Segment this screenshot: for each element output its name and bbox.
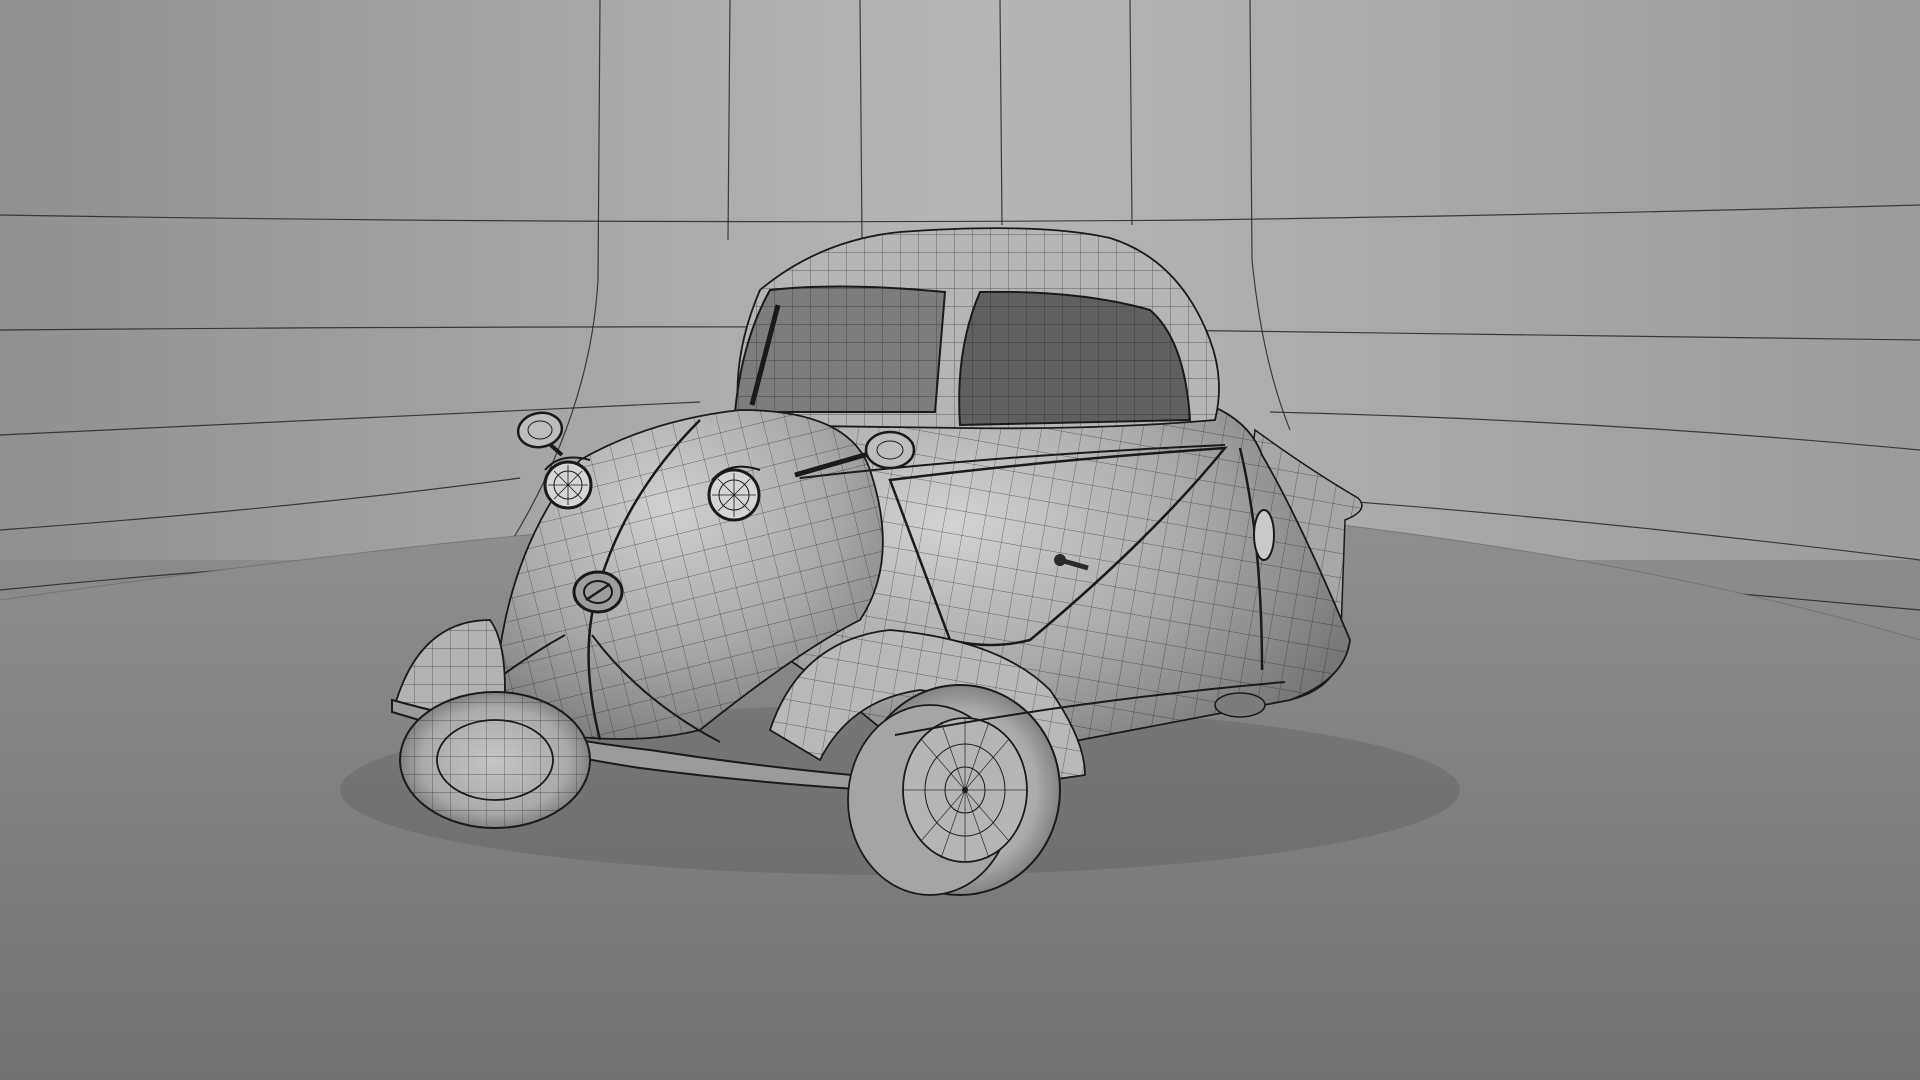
render-viewport[interactable] (0, 0, 1920, 1080)
rear-wheel (1214, 692, 1266, 718)
right-headlight (707, 468, 761, 522)
left-front-wheel (399, 691, 591, 829)
rear-light (1253, 509, 1275, 561)
nose-badge (572, 570, 624, 614)
left-headlight (543, 460, 593, 510)
wireframe-render (0, 0, 1920, 1080)
